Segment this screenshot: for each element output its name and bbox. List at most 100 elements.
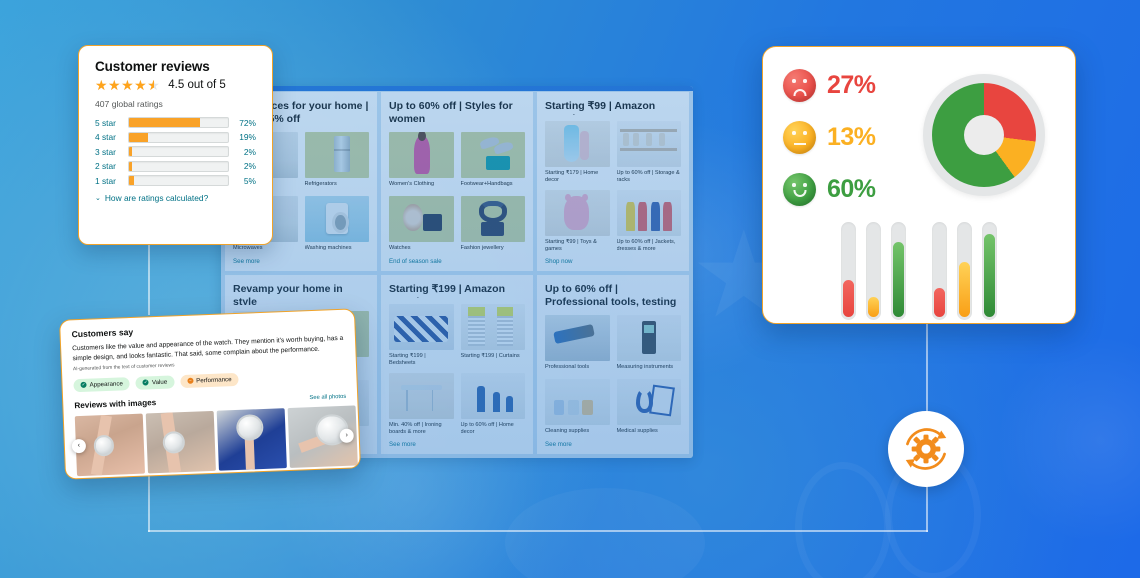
connector-line-top-left bbox=[148, 245, 150, 315]
neutral-face-icon bbox=[783, 121, 816, 154]
see-all-photos-link[interactable]: See all photos bbox=[309, 394, 346, 401]
amazon-tile-caption: Up to 60% off | Storage & racks bbox=[616, 170, 680, 184]
amazon-card-title: Revamp your home in style bbox=[233, 283, 343, 306]
rating-bar-percent[interactable]: 19% bbox=[236, 132, 256, 142]
rating-bar-row[interactable]: 5 star 72% bbox=[95, 117, 256, 128]
review-photo[interactable] bbox=[145, 410, 216, 474]
rating-bar-row[interactable]: 2 star 2% bbox=[95, 160, 256, 172]
bar-gauge-track bbox=[982, 222, 997, 320]
positive-percent: 60% bbox=[827, 175, 876, 203]
amazon-deal-card[interactable]: Up to 60% off | Styles for women Women's… bbox=[381, 92, 533, 271]
rating-bar-row[interactable]: 3 star 2% bbox=[95, 146, 256, 157]
customer-reviews-title: Customer reviews bbox=[95, 59, 210, 74]
amazon-tile[interactable]: Cleaning supplies bbox=[545, 378, 610, 437]
amazon-card-link[interactable]: Shop now bbox=[545, 258, 681, 265]
rating-bar-row[interactable]: 4 star 19% bbox=[95, 131, 256, 143]
connector-line-left-vertical bbox=[148, 470, 150, 532]
review-photo[interactable] bbox=[216, 407, 287, 471]
sentiment-chip-performance[interactable]: − Performance bbox=[179, 372, 239, 388]
amazon-tile-image bbox=[304, 132, 369, 178]
rating-bar-track bbox=[128, 131, 229, 143]
customer-reviews-card: Customer reviews ★★★★★ ★★★★★ 4.5 out of … bbox=[78, 45, 273, 245]
sentiment-chip-list: ✓ Appearance ✓ Value − Performance bbox=[73, 369, 345, 393]
amazon-tile[interactable]: Refrigerators bbox=[304, 132, 369, 190]
infographic-canvas: ★ ★ Appliances for your home | Up to 55%… bbox=[0, 0, 1140, 578]
customers-say-card: Customers say Customers like the value a… bbox=[59, 308, 361, 480]
amazon-tile[interactable]: Starting ₹199 | Curtains bbox=[460, 304, 525, 367]
sentiment-chip-appearance[interactable]: ✓ Appearance bbox=[73, 376, 131, 393]
sad-face-icon bbox=[783, 69, 816, 102]
amazon-tile[interactable]: Watches bbox=[389, 195, 454, 254]
rating-bar-percent[interactable]: 2% bbox=[236, 161, 256, 171]
refresh-gear-badge[interactable] bbox=[888, 411, 964, 487]
amazon-tile-caption: Fashion jewellery bbox=[460, 244, 504, 251]
amazon-tile-caption: Measuring instruments bbox=[616, 364, 674, 370]
amazon-deal-card[interactable]: Starting ₹99 | Amazon Brands & more Star… bbox=[537, 92, 689, 271]
amazon-tile[interactable]: Min. 40% off | Ironing boards & more bbox=[389, 373, 454, 436]
amazon-tile-image bbox=[460, 373, 525, 420]
amazon-tile[interactable]: Medical supplies bbox=[616, 378, 681, 437]
sentiment-chip-label: Value bbox=[151, 378, 168, 387]
rating-bar-label[interactable]: 2 star bbox=[95, 161, 121, 171]
amazon-tile[interactable]: Up to 60% off | Home decor bbox=[460, 373, 525, 436]
bar-gauge-fill bbox=[893, 241, 904, 317]
bar-gauge-fill bbox=[934, 287, 945, 317]
legend-item-negative: 27% bbox=[783, 69, 913, 102]
rating-bar-fill bbox=[129, 161, 132, 171]
amazon-deal-card[interactable]: Up to 60% off | Professional tools, test… bbox=[537, 275, 689, 454]
rating-bar-percent[interactable]: 2% bbox=[236, 147, 256, 157]
amazon-card-title: Up to 60% off | Professional tools, test… bbox=[545, 283, 677, 309]
sentiment-legend: 27% 13% 60% bbox=[783, 63, 913, 206]
amazon-tile[interactable]: Up to 60% off | Jackets, dresses & more bbox=[616, 190, 681, 253]
rating-bar-percent[interactable]: 5% bbox=[236, 176, 256, 186]
legend-item-positive: 60% bbox=[783, 173, 913, 206]
refresh-gear-icon bbox=[905, 428, 947, 470]
amazon-tile-caption: Starting ₹99 | Toys & games bbox=[545, 239, 597, 253]
amazon-card-title: Starting ₹199 | Amazon Brands & more bbox=[389, 283, 506, 298]
amazon-card-title: Up to 60% off | Styles for women bbox=[389, 100, 513, 125]
amazon-tile-caption: Up to 60% off | Jackets, dresses & more bbox=[616, 239, 676, 253]
amazon-tile[interactable]: Fashion jewellery bbox=[460, 195, 525, 254]
rating-bar-row[interactable]: 1 star 5% bbox=[95, 175, 256, 186]
amazon-tile[interactable]: Women's Clothing bbox=[389, 132, 454, 190]
happy-face-icon bbox=[783, 173, 816, 206]
bar-gauge-fill bbox=[868, 296, 879, 317]
amazon-tile[interactable]: Starting ₹179 | Home decor bbox=[545, 121, 610, 184]
rating-bar-percent[interactable]: 72% bbox=[236, 118, 256, 128]
rating-bar-label[interactable]: 3 star bbox=[95, 147, 121, 157]
amazon-tile[interactable]: Starting ₹99 | Toys & games bbox=[545, 190, 610, 253]
amazon-tile[interactable]: Professional tools bbox=[545, 315, 610, 373]
amazon-card-link[interactable]: See more bbox=[545, 441, 681, 448]
amazon-card-link[interactable]: See more bbox=[233, 258, 369, 265]
amazon-tile[interactable]: Up to 60% off | Storage & racks bbox=[616, 121, 681, 184]
amazon-card-link[interactable]: End of season sale bbox=[389, 258, 525, 265]
amazon-deal-card[interactable]: Starting ₹199 | Amazon Brands & more Sta… bbox=[381, 275, 533, 454]
amazon-tile[interactable]: Footwear+Handbags bbox=[460, 132, 525, 190]
minus-icon: − bbox=[187, 377, 194, 385]
chevron-down-icon: ⌄ bbox=[95, 195, 101, 202]
amazon-tile-image bbox=[304, 195, 369, 242]
rating-bar-label[interactable]: 5 star bbox=[95, 118, 121, 128]
sentiment-chip-value[interactable]: ✓ Value bbox=[135, 375, 175, 390]
amazon-tile-image bbox=[616, 315, 681, 361]
analytics-top-row: 27% 13% 60% bbox=[783, 63, 1055, 206]
amazon-tile[interactable]: Starting ₹199 | Bedsheets bbox=[389, 304, 454, 367]
amazon-tile[interactable]: Measuring instruments bbox=[616, 315, 681, 373]
bar-gauge-track bbox=[866, 222, 881, 320]
amazon-tile-image bbox=[389, 304, 454, 351]
ring-decoration-1 bbox=[795, 462, 891, 578]
how-ratings-calculated-link[interactable]: ⌄ How are ratings calculated? bbox=[95, 193, 256, 203]
donut-hole bbox=[964, 114, 1004, 155]
star-rating-icon: ★★★★★ ★★★★★ bbox=[95, 77, 161, 93]
amazon-tile-caption: Refrigerators bbox=[304, 181, 337, 187]
rating-bar-label[interactable]: 1 star bbox=[95, 176, 121, 186]
rating-bar-label[interactable]: 4 star bbox=[95, 132, 121, 142]
connector-line-bottom-horizontal bbox=[148, 530, 928, 532]
amazon-tile-image bbox=[545, 121, 610, 168]
amazon-tile[interactable]: Washing machines bbox=[304, 195, 369, 254]
amazon-tile-image bbox=[460, 195, 525, 242]
amazon-card-link[interactable]: See more bbox=[389, 441, 525, 448]
review-photo-carousel[interactable]: ‹ › bbox=[71, 405, 358, 476]
amazon-tile-image bbox=[545, 315, 610, 361]
sentiment-chip-label: Performance bbox=[196, 375, 232, 385]
